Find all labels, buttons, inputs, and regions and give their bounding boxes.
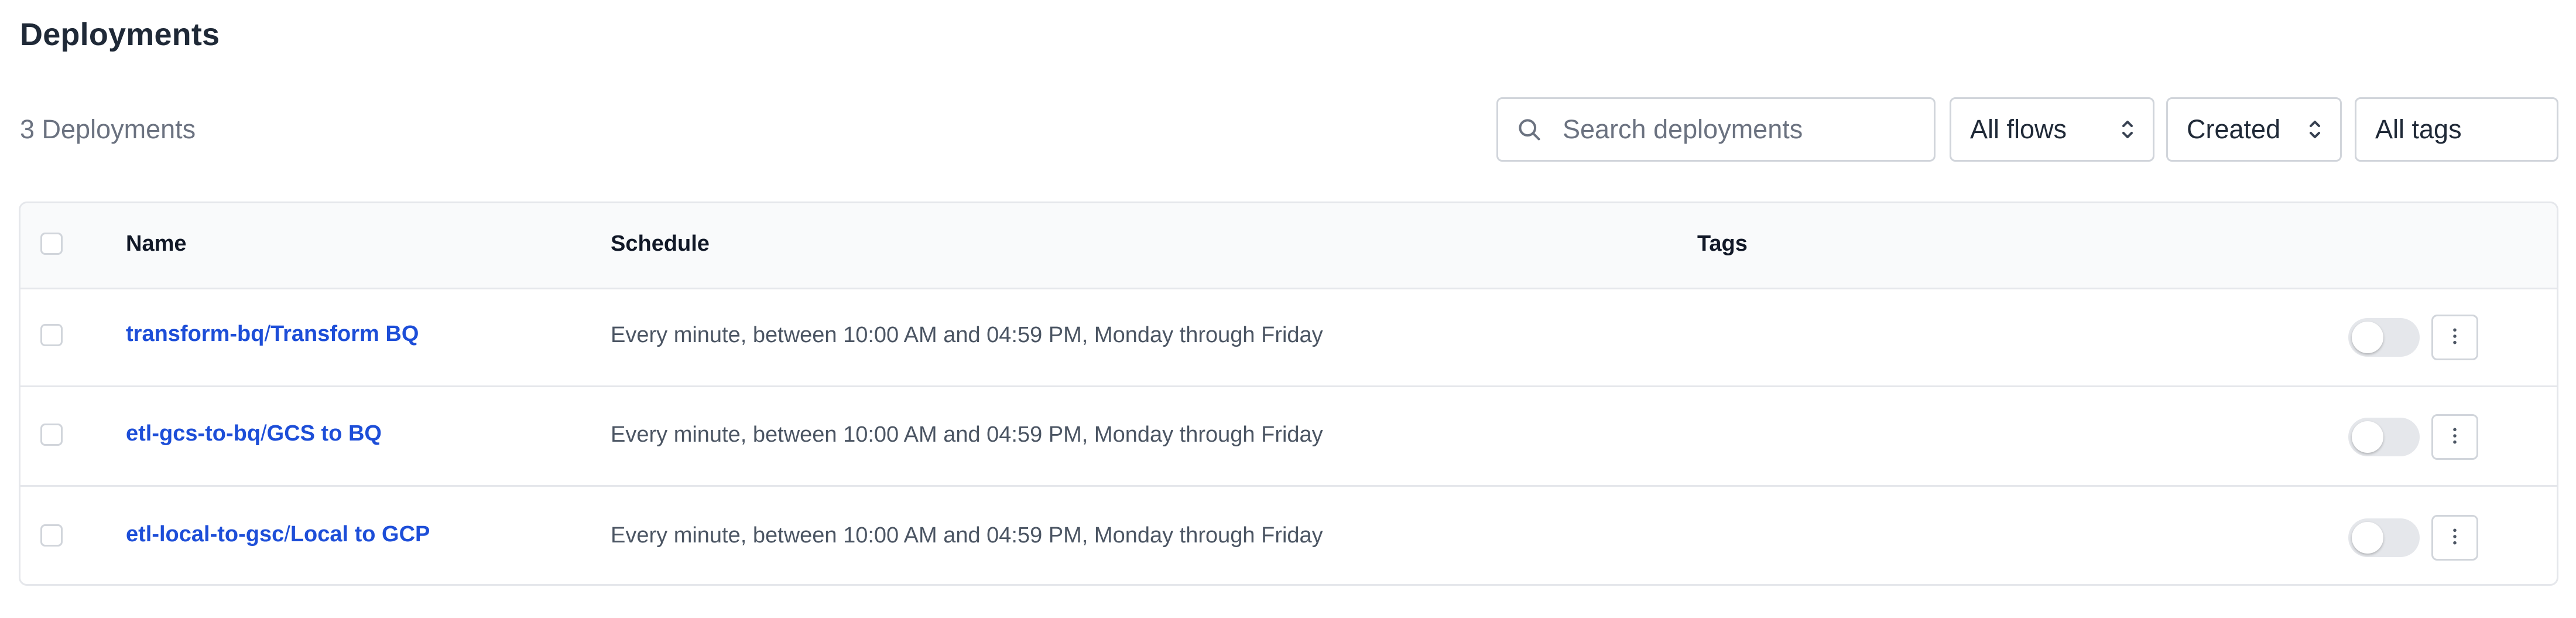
table-row: etl-gcs-to-bq/GCS to BQ Every minute, be…: [20, 387, 2557, 487]
deployment-name: Transform BQ: [270, 322, 419, 346]
row-checkbox[interactable]: [40, 524, 63, 547]
row-menu-button[interactable]: [2431, 515, 2478, 561]
toggle-knob: [2352, 322, 2383, 353]
schedule-text: Every minute, between 10:00 AM and 04:59…: [611, 323, 1323, 347]
table-row: etl-local-to-gsc/Local to GCP Every minu…: [20, 488, 2557, 584]
schedule-active-toggle[interactable]: [2348, 518, 2420, 557]
schedule-active-toggle[interactable]: [2348, 418, 2420, 456]
search-icon: [1515, 115, 1544, 144]
kebab-menu-icon: [2452, 528, 2458, 548]
tags-filter-value: All tags: [2375, 114, 2462, 144]
deployment-name: GCS to BQ: [266, 421, 382, 446]
sort-select[interactable]: Created: [2166, 97, 2342, 162]
kebab-menu-icon: [2452, 427, 2458, 448]
column-header-tags: Tags: [1697, 231, 1748, 256]
deployments-table: Name Schedule Tags transform-bq/Transfor…: [19, 202, 2558, 586]
schedule-text: Every minute, between 10:00 AM and 04:59…: [611, 422, 1323, 447]
deployment-count: 3 Deployments: [20, 114, 196, 144]
row-checkbox[interactable]: [40, 324, 63, 346]
flow-name: etl-local-to-gsc: [126, 522, 285, 547]
deployment-name: Local to GCP: [290, 522, 430, 547]
deployments-page: Deployments 3 Deployments All flows Crea…: [0, 0, 2576, 618]
name-separator: /: [261, 421, 267, 446]
table-row: transform-bq/Transform BQ Every minute, …: [20, 288, 2557, 387]
schedule-active-toggle[interactable]: [2348, 318, 2420, 357]
flows-filter-value: All flows: [1970, 114, 2067, 144]
flow-name: etl-gcs-to-bq: [126, 421, 261, 446]
select-all-checkbox[interactable]: [40, 233, 63, 255]
chevron-up-down-icon: [2120, 118, 2135, 141]
chevron-up-down-icon: [2307, 118, 2322, 141]
deployment-link[interactable]: etl-local-to-gsc/Local to GCP: [126, 522, 430, 547]
row-checkbox[interactable]: [40, 424, 63, 446]
kebab-menu-icon: [2452, 327, 2458, 348]
flows-filter-select[interactable]: All flows: [1950, 97, 2154, 162]
deployment-link[interactable]: etl-gcs-to-bq/GCS to BQ: [126, 421, 382, 446]
name-separator: /: [284, 522, 290, 547]
deployment-link[interactable]: transform-bq/Transform BQ: [126, 322, 419, 347]
toggle-knob: [2352, 522, 2383, 554]
tags-filter-input[interactable]: All tags: [2355, 97, 2558, 162]
sort-value: Created: [2187, 114, 2281, 144]
search-input[interactable]: [1563, 114, 1914, 145]
page-title: Deployments: [20, 17, 220, 52]
row-menu-button[interactable]: [2431, 315, 2478, 360]
search-box[interactable]: [1496, 97, 1936, 162]
schedule-text: Every minute, between 10:00 AM and 04:59…: [611, 523, 1323, 548]
row-menu-button[interactable]: [2431, 414, 2478, 460]
table-header: Name Schedule Tags: [20, 203, 2557, 289]
column-header-schedule: Schedule: [611, 231, 710, 256]
column-header-name: Name: [126, 231, 187, 256]
toggle-knob: [2352, 421, 2383, 453]
flow-name: transform-bq: [126, 322, 265, 346]
name-separator: /: [264, 322, 271, 346]
